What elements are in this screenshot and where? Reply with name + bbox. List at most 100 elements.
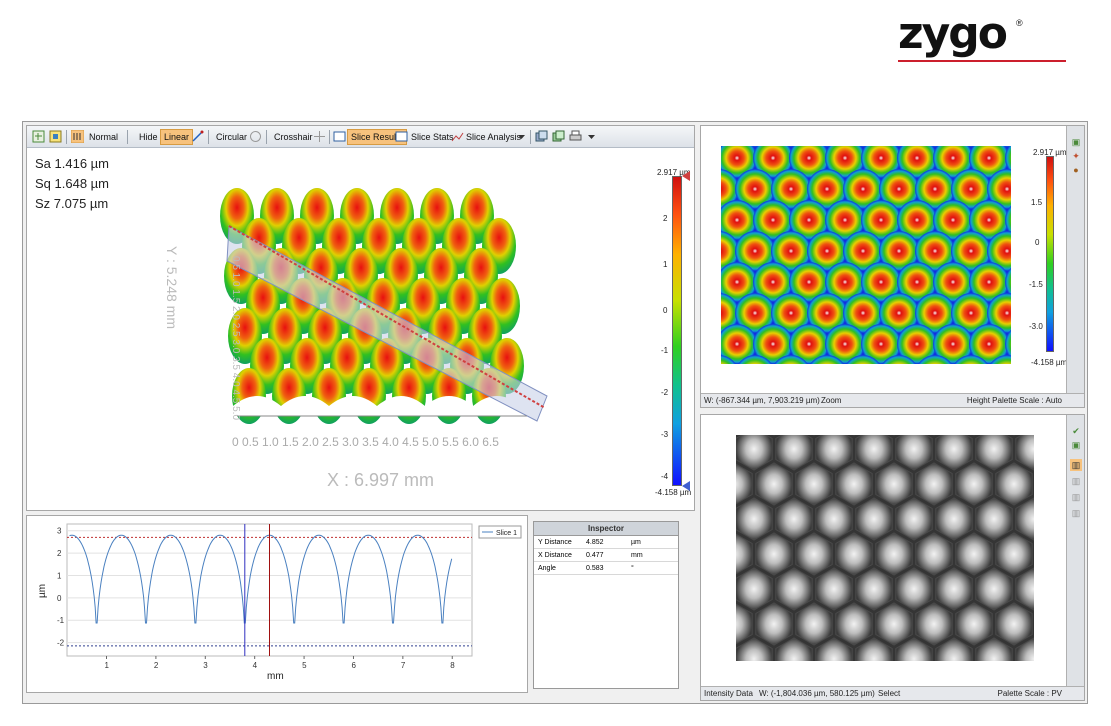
colorbar-min-marker[interactable] bbox=[682, 481, 690, 491]
logo-wordmark: zygo bbox=[898, 8, 1008, 59]
toolbar-separator bbox=[127, 130, 128, 144]
palette-icon[interactable] bbox=[49, 130, 62, 143]
copy-icon[interactable] bbox=[535, 130, 548, 143]
inspector-value: 4.852 bbox=[586, 539, 604, 546]
slice-stats-icon[interactable] bbox=[395, 130, 408, 143]
inspector-title: Inspector bbox=[534, 522, 678, 536]
toolbar-separator bbox=[66, 130, 67, 144]
intensity-status-bar: Intensity Data W: (-1,804.036 µm, 580.12… bbox=[701, 686, 1084, 700]
print-icon[interactable] bbox=[569, 130, 582, 143]
y-tick-labels: 3 2 1 0 -1 -2 bbox=[57, 527, 65, 648]
channel-icon[interactable]: ▥ bbox=[1070, 475, 1082, 487]
palette-icon[interactable]: ✦ bbox=[1070, 150, 1082, 162]
registered-mark: ® bbox=[1016, 18, 1023, 28]
inspector-name: Y Distance bbox=[538, 539, 572, 546]
x-tick-labels: 0 0.5 1.0 1.5 2.0 2.5 3.0 3.5 4.0 4.5 5.… bbox=[232, 435, 499, 449]
toolbar-separator bbox=[530, 130, 531, 144]
height-side-toolbar: ▣ ✦ ● bbox=[1066, 126, 1084, 407]
inspector-unit: mm bbox=[631, 552, 643, 559]
x-tick-label: 6 bbox=[351, 661, 356, 670]
intensity-cursor-coords: W: (-1,804.036 µm, 580.125 µm) bbox=[759, 689, 875, 698]
height-map-cells bbox=[721, 146, 1011, 364]
inspector-row: X Distance 0.477 mm bbox=[534, 549, 678, 562]
3d-toolbar: Normal Hide Linear Circular Crosshair Sl… bbox=[27, 126, 694, 148]
x-tick-label: 7 bbox=[401, 661, 406, 670]
y-axis-label: µm bbox=[37, 584, 48, 598]
channel-icon[interactable]: ▥ bbox=[1070, 459, 1082, 471]
height-status-bar: W: (-867.344 µm, 7,903.219 µm) Zoom Heig… bbox=[701, 393, 1084, 407]
circle-tool-icon[interactable] bbox=[249, 130, 262, 143]
fit-icon[interactable] bbox=[32, 130, 45, 143]
intensity-label: Intensity Data bbox=[704, 689, 753, 698]
normal-view-icon[interactable] bbox=[71, 130, 84, 143]
height-colorbar-tick: -1.5 bbox=[1029, 280, 1043, 289]
fit-icon[interactable]: ▣ bbox=[1070, 136, 1082, 148]
colorbar-max-marker[interactable] bbox=[682, 171, 690, 181]
sz-value: Sz 7.075 µm bbox=[35, 196, 109, 211]
inspector-unit: ° bbox=[631, 565, 634, 572]
y-tick-label: 3 bbox=[57, 527, 62, 536]
x-tick-label: 4 bbox=[253, 661, 258, 670]
logo-underline bbox=[898, 60, 1066, 62]
3d-view-pane: Normal Hide Linear Circular Crosshair Sl… bbox=[26, 125, 695, 511]
crosshair-icon[interactable] bbox=[313, 130, 326, 143]
crosshair-button[interactable]: Crosshair bbox=[271, 129, 316, 145]
y-tick-label: -2 bbox=[57, 639, 65, 648]
sa-value: Sa 1.416 µm bbox=[35, 156, 109, 171]
check-icon[interactable]: ✔ bbox=[1070, 425, 1082, 437]
color-icon[interactable]: ● bbox=[1070, 164, 1082, 176]
inspector-row: Angle 0.583 ° bbox=[534, 562, 678, 575]
height-mode: Zoom bbox=[821, 396, 842, 405]
x-tick-label: 3 bbox=[203, 661, 208, 670]
height-colorbar-tick: 0 bbox=[1035, 238, 1040, 247]
intensity-pane: ✔ ▣ ▥ ▥ ▥ ▥ Intensity Data W: (-1,804.03… bbox=[700, 414, 1085, 701]
toolbar-separator bbox=[266, 130, 267, 144]
dropdown-icon[interactable] bbox=[515, 130, 528, 143]
circular-button[interactable]: Circular bbox=[213, 129, 250, 145]
x-tick-label: 5 bbox=[302, 661, 307, 670]
slice-stats-button[interactable]: Slice Stats bbox=[408, 129, 457, 145]
app-window: Normal Hide Linear Circular Crosshair Sl… bbox=[22, 121, 1088, 704]
height-colorbar-max: 2.917 µm bbox=[1033, 148, 1067, 157]
colorbar-tick: -4 bbox=[661, 472, 669, 481]
slice-profile-pane: 3 2 1 0 -1 -2 1 2 3 4 5 6 7 8 mm µm Slice 1 bbox=[26, 515, 528, 693]
inspector-value: 0.477 bbox=[586, 552, 604, 559]
height-colorbar-tick: -3.0 bbox=[1029, 322, 1043, 331]
colorbar-tick: -3 bbox=[661, 430, 669, 439]
x-axis-label: X : 6.997 mm bbox=[327, 470, 434, 490]
sq-value: Sq 1.648 µm bbox=[35, 176, 109, 191]
intensity-palette-scale[interactable]: Palette Scale : PV bbox=[998, 687, 1062, 700]
intensity-side-toolbar: ✔ ▣ ▥ ▥ ▥ ▥ bbox=[1066, 415, 1084, 700]
overflow-icon[interactable] bbox=[585, 130, 598, 143]
zygo-logo: zygo ® bbox=[898, 8, 1068, 64]
slice-profile-chart[interactable]: 3 2 1 0 -1 -2 1 2 3 4 5 6 7 8 mm µm Slice 1 bbox=[27, 516, 527, 692]
height-colorbar-min: -4.158 µm bbox=[1031, 358, 1068, 367]
y-tick-label: 2 bbox=[57, 549, 62, 558]
height-colorbar-tick: 1.5 bbox=[1031, 198, 1043, 207]
normal-button[interactable]: Normal bbox=[86, 129, 121, 145]
x-tick-label: 2 bbox=[154, 661, 159, 670]
y-tick-label: 1 bbox=[57, 571, 62, 580]
colorbar-tick: 2 bbox=[663, 214, 668, 223]
channel-icon[interactable]: ▥ bbox=[1070, 491, 1082, 503]
export-icon[interactable] bbox=[552, 130, 565, 143]
legend-entry: Slice 1 bbox=[496, 530, 517, 537]
intensity-image[interactable] bbox=[736, 435, 1034, 661]
3d-surface-plot[interactable]: 0 0.5 1.0 1.5 2.0 2.5 3.0 3.5 4.0 4.5 5.… bbox=[137, 176, 557, 506]
colorbar-tick: -1 bbox=[661, 346, 669, 355]
colorbar-tick: 0 bbox=[663, 306, 668, 315]
y-tick-label: 0 bbox=[57, 594, 62, 603]
linear-button[interactable]: Linear bbox=[160, 129, 194, 145]
hide-button[interactable]: Hide bbox=[136, 129, 161, 145]
toolbar-separator bbox=[329, 130, 330, 144]
channel-icon[interactable]: ▥ bbox=[1070, 507, 1082, 519]
inspector-panel: Inspector Y Distance 4.852 µm X Distance… bbox=[533, 521, 679, 689]
line-tool-icon[interactable] bbox=[191, 130, 204, 143]
slice-results-icon[interactable] bbox=[333, 130, 346, 143]
x-tick-labels: 1 2 3 4 5 6 7 8 bbox=[105, 656, 455, 670]
fit-icon[interactable]: ▣ bbox=[1070, 439, 1082, 451]
x-tick-label: 1 bbox=[105, 661, 110, 670]
height-palette-scale[interactable]: Height Palette Scale : Auto bbox=[967, 394, 1062, 407]
colorbar-tick: -2 bbox=[661, 388, 669, 397]
height-map-image[interactable] bbox=[721, 146, 1011, 364]
